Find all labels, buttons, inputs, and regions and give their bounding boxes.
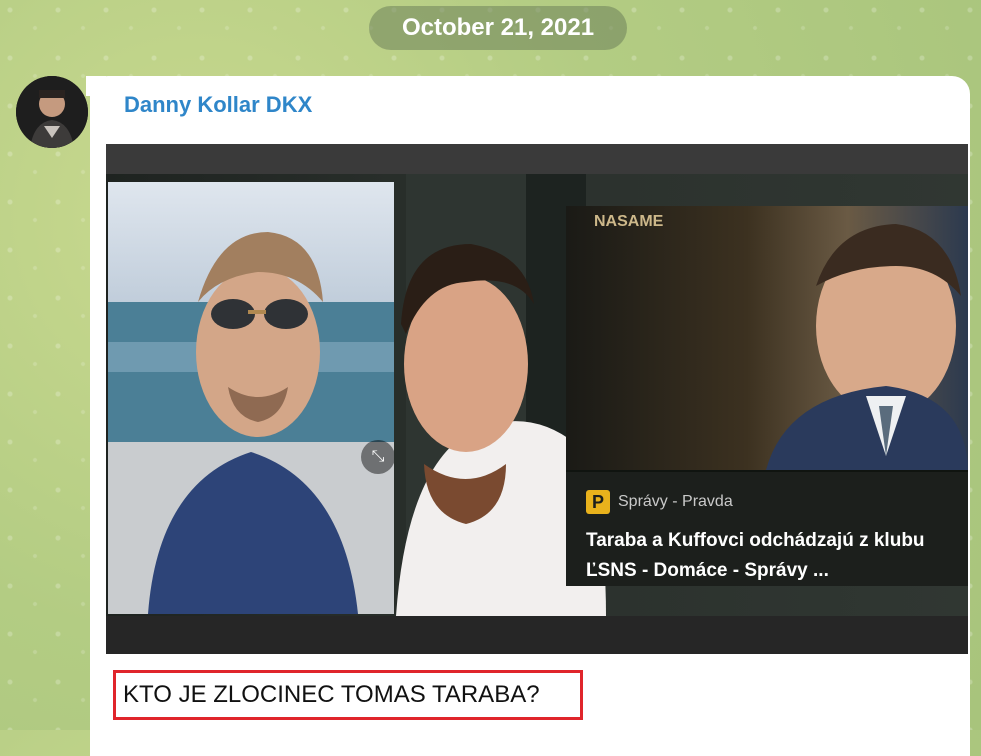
news-caption: P Správy - Pravda Taraba a Kuffovci odch… xyxy=(566,472,968,586)
news-photo: NASAME xyxy=(566,206,968,470)
news-source: Správy - Pravda xyxy=(618,493,733,510)
bubble-tail xyxy=(86,76,106,96)
news-source-row: P Správy - Pravda xyxy=(586,490,733,514)
pravda-logo-icon: P xyxy=(586,490,610,514)
message-video-thumbnail[interactable]: ⤡ NASAME P Správy - Pravda Taraba a Kuff… xyxy=(106,144,968,654)
video-letterbox-top xyxy=(106,144,968,174)
pip-person-image xyxy=(108,232,394,614)
avatar[interactable] xyxy=(16,76,88,148)
pip-video-overlay[interactable]: ⤡ xyxy=(108,182,394,614)
news-headline: Taraba a Kuffovci odchádzajú z klubu ĽSN… xyxy=(586,530,925,581)
message-caption: KTO JE ZLOCINEC TOMAS TARABA? xyxy=(123,681,540,708)
collapse-arrows-icon[interactable]: ⤡ xyxy=(361,440,394,474)
news-card[interactable]: NASAME P Správy - Pravda Taraba a Kuffov… xyxy=(566,206,968,586)
avatar-image xyxy=(16,76,88,148)
video-letterbox-bottom xyxy=(106,616,968,654)
svg-text:NASAME: NASAME xyxy=(594,213,664,230)
date-divider: October 21, 2021 xyxy=(369,6,627,50)
sender-name[interactable]: Danny Kollar DKX xyxy=(124,92,312,118)
news-person-image: NASAME xyxy=(594,213,968,470)
